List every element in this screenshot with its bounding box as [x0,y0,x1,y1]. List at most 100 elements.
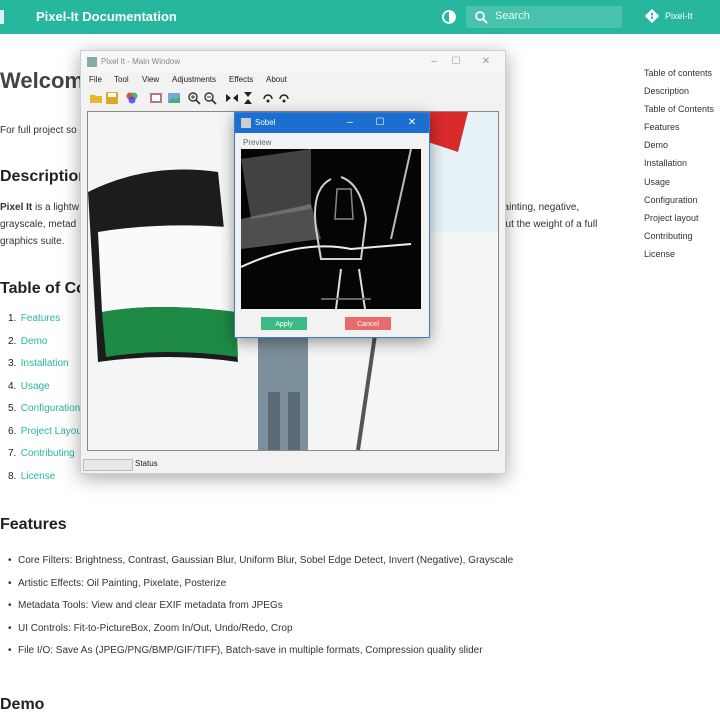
description-line-2-end: out the weight of a full [500,219,598,230]
menu-tool[interactable]: Tool [114,75,129,84]
toc-link-license[interactable]: License [21,471,55,482]
list-number: 5. [8,403,17,414]
maximize-button[interactable]: ☐ [449,55,463,69]
intro-text: For full project so [0,125,77,136]
list-item: 2. Demo [8,336,85,359]
status-bar: Status [81,457,505,471]
status-text: Status [135,459,158,468]
description-line-2: grayscale, metad [0,219,77,230]
description-line-1: Pixel It is a lightw [0,199,79,216]
list-number: 8. [8,470,17,482]
open-folder-icon[interactable] [89,91,103,105]
description-line-1-end: painting, negative, [498,202,580,213]
list-item: • Artistic Effects: Oil Painting, Pixelat… [8,577,227,589]
list-item: 7. Contributing [8,448,85,471]
sobel-preview-image [241,149,421,309]
list-number: 7. [8,448,17,459]
crop-image-icon[interactable] [167,91,181,105]
toc-sidebar-item-features[interactable]: Features [644,122,714,140]
toc-sidebar-item-license[interactable]: License [644,249,714,267]
toc-sidebar-item-configuration[interactable]: Configuration [644,195,714,213]
toc-sidebar-item-description[interactable]: Description [644,86,714,104]
toc-sidebar-item-contributing[interactable]: Contributing [644,231,714,249]
menu-effects[interactable]: Effects [229,75,253,84]
color-wheel-icon[interactable] [125,91,139,105]
close-button[interactable]: ✕ [405,116,419,130]
features-list: • Core Filters: Brightness, Contrast, Gau… [8,555,513,668]
menu-file[interactable]: File [89,75,102,84]
list-item: 1. Features [8,313,85,336]
window-title-bar[interactable]: Pixel It - Main Window – ☐ ✕ [81,51,505,73]
toc-sidebar: Table of contents Description Table of C… [644,68,714,267]
preview-label: Preview [243,138,272,147]
toc-link-installation[interactable]: Installation [21,358,69,369]
toc-link-project-layout[interactable]: Project Layout [21,426,85,437]
cancel-button[interactable]: Cancel [345,317,391,330]
toc-link-features[interactable]: Features [21,313,60,324]
git-icon [645,9,659,23]
dialog-title: Sobel [255,118,276,127]
minimize-button[interactable]: – [427,55,441,69]
repo-label: Pixel-It [665,11,693,21]
app-icon [241,118,251,128]
desc-text: is a lightw [32,202,79,213]
toc-sidebar-item-project-layout[interactable]: Project layout [644,213,714,231]
undo-icon[interactable] [261,91,275,105]
list-item: 6. Project Layout [8,426,85,449]
feature-text: Core Filters: Brightness, Contrast, Gaus… [18,555,514,566]
toc-sidebar-item-usage[interactable]: Usage [644,177,714,195]
project-name: Pixel It [0,202,33,213]
list-item: 5. Configuration [8,403,85,426]
list-item: • UI Controls: Fit-to-PictureBox, Zoom In… [8,622,293,634]
list-item: 4. Usage [8,381,85,404]
toc-sidebar-item-table-of-contents[interactable]: Table of Contents [644,104,714,122]
toc-sidebar-item-demo[interactable]: Demo [644,140,714,158]
flip-vertical-icon[interactable] [241,91,255,105]
description-heading: Description [0,168,89,185]
list-number: 2. [8,335,17,347]
sobel-dialog: Sobel – ☐ ✕ Preview Apply Cancel [234,112,430,338]
toc-link-configuration[interactable]: Configuration [21,403,80,414]
toc-sidebar-item-installation[interactable]: Installation [644,158,714,176]
toc-link-usage[interactable]: Usage [21,381,50,392]
list-number: 6. [8,425,17,437]
menu-view[interactable]: View [142,75,159,84]
save-icon[interactable] [105,91,119,105]
list-item: • Core Filters: Brightness, Contrast, Gau… [8,555,514,566]
edge-image [241,149,421,309]
dialog-title-bar[interactable]: Sobel – ☐ ✕ [235,113,429,133]
apply-button[interactable]: Apply [261,317,307,330]
feature-text: Metadata Tools: View and clear EXIF meta… [18,600,283,611]
image-info-icon[interactable] [149,91,163,105]
toc-link-contributing[interactable]: Contributing [21,448,75,459]
list-item: • Metadata Tools: View and clear EXIF met… [8,600,283,611]
toc-list: 1. Features 2. Demo 3. Installation 4. U… [8,313,85,493]
list-item: • File I/O: Save As (JPEG/PNG/BMP/GIF/TIF… [8,645,483,656]
minimize-button[interactable]: – [343,116,357,130]
toc-sidebar-title: Table of contents [644,68,713,78]
list-item: 8. License [8,471,85,494]
maximize-button[interactable]: ☐ [373,116,387,130]
window-title: Pixel It - Main Window [101,57,181,66]
feature-text: UI Controls: Fit-to-PictureBox, Zoom In/… [18,622,293,634]
list-item: 3. Installation [8,358,85,381]
flip-horizontal-icon[interactable] [225,91,239,105]
status-progress [83,459,133,471]
description-line-3: graphics suite. [0,236,65,247]
zoom-out-icon[interactable] [203,91,217,105]
list-number: 1. [8,313,17,324]
app-icon [87,57,97,67]
redo-icon[interactable] [277,91,291,105]
close-button[interactable]: ✕ [479,55,493,69]
list-number: 4. [8,380,17,392]
list-number: 3. [8,358,17,369]
menu-adjustments[interactable]: Adjustments [172,75,216,84]
toc-heading: Table of Co [0,280,86,297]
demo-heading: Demo [0,696,45,713]
features-heading: Features [0,516,67,533]
zoom-in-icon[interactable] [187,91,201,105]
toc-link-demo[interactable]: Demo [21,336,48,347]
menu-about[interactable]: About [266,75,287,84]
feature-text: File I/O: Save As (JPEG/PNG/BMP/GIF/TIFF… [18,645,483,656]
feature-text: Artistic Effects: Oil Painting, Pixelate… [18,577,227,589]
